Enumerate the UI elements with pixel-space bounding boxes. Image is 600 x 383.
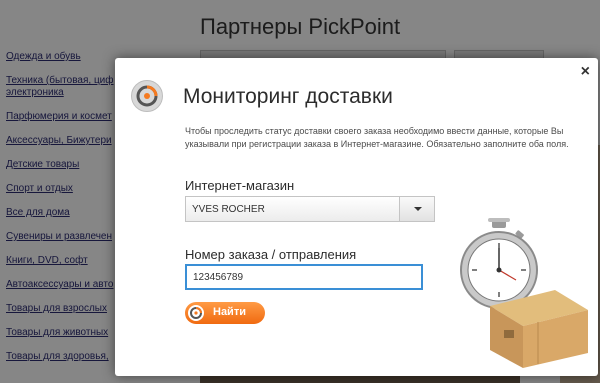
shop-dropdown-button[interactable] xyxy=(399,197,434,221)
delivery-monitoring-dialog: × Мониторинг доставки Чтобы проследить с… xyxy=(115,58,598,376)
find-button[interactable]: Найти xyxy=(185,302,265,324)
delivery-illustration xyxy=(460,218,588,368)
dialog-description: Чтобы проследить статус доставки своего … xyxy=(185,126,569,149)
order-label: Номер заказа / отправления xyxy=(185,247,357,262)
order-number-input[interactable] xyxy=(185,264,423,290)
shop-label: Интернет-магазин xyxy=(185,178,295,193)
chevron-down-icon xyxy=(414,207,422,211)
close-icon[interactable]: × xyxy=(581,63,590,81)
pickpoint-logo-icon xyxy=(131,80,163,112)
find-button-label: Найти xyxy=(213,306,246,318)
dialog-title: Мониторинг доставки xyxy=(183,85,393,108)
pickpoint-logo-icon xyxy=(188,305,204,321)
stopwatch-icon xyxy=(460,218,538,309)
shop-select[interactable]: YVES ROCHER xyxy=(185,196,435,222)
shop-selected-value: YVES ROCHER xyxy=(192,204,265,215)
